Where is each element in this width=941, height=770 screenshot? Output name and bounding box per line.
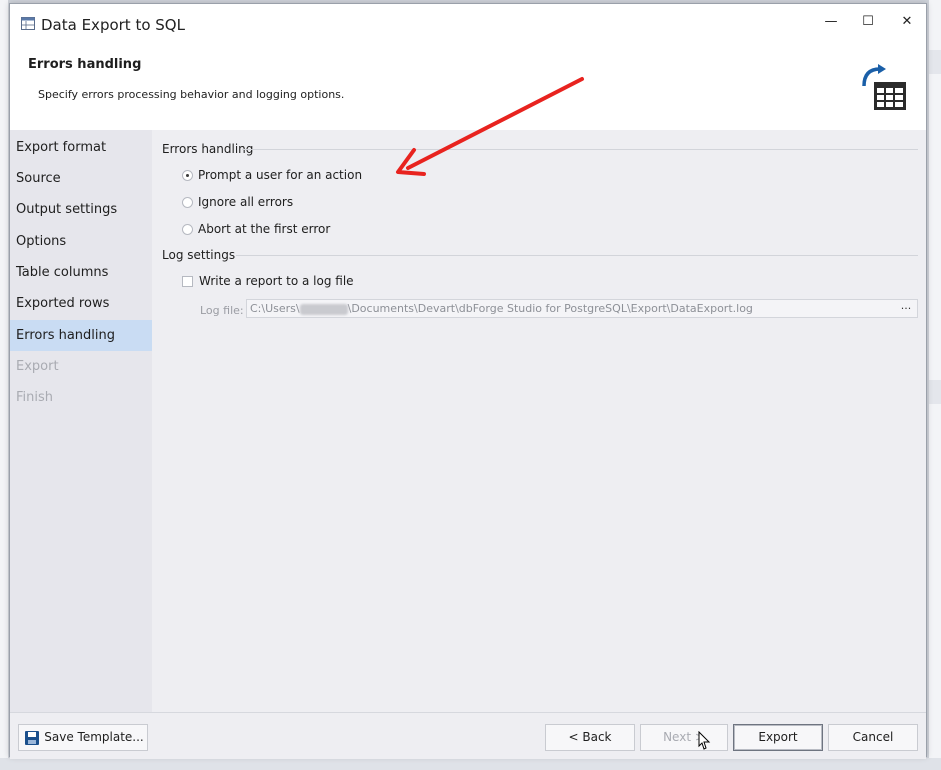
background-app-right (929, 0, 941, 770)
errors-handling-panel: Errors handling Prompt a user for an act… (152, 130, 926, 712)
save-template-button[interactable]: Save Template... (18, 724, 148, 751)
wizard-steps: Export format Source Output settings Opt… (10, 130, 152, 712)
cancel-button[interactable]: Cancel (828, 724, 918, 751)
close-icon[interactable]: ✕ (896, 12, 918, 32)
next-button: Next > (640, 724, 728, 751)
log-settings-section-label: Log settings (162, 248, 236, 262)
wizard-header: Errors handling Specify errors processin… (10, 42, 926, 131)
page-description: Specify errors processing behavior and l… (38, 88, 345, 101)
sidebar-item-export: Export (16, 359, 59, 374)
save-icon (25, 731, 39, 745)
sidebar-item-options[interactable]: Options (10, 226, 152, 257)
sidebar-item-output-settings[interactable]: Output settings (10, 194, 152, 225)
window-title: Data Export to SQL (41, 16, 185, 34)
radio-abort-first-error[interactable]: Abort at the first error (182, 220, 330, 238)
section-divider (242, 149, 918, 150)
sidebar-item-export-format[interactable]: Export format (10, 132, 152, 163)
log-file-path-prefix: C:\Users\ (250, 302, 300, 315)
errors-handling-section-label: Errors handling (162, 142, 254, 156)
background-app-bottom (0, 758, 941, 770)
write-report-checkbox[interactable]: Write a report to a log file (182, 272, 354, 290)
page-title: Errors handling (28, 57, 142, 72)
radio-ignore-errors-label: Ignore all errors (198, 195, 294, 209)
radio-button-checked[interactable] (182, 169, 193, 181)
sidebar-item-source[interactable]: Source (10, 163, 152, 194)
radio-abort-first-error-label: Abort at the first error (198, 222, 331, 236)
write-report-label: Write a report to a log file (199, 274, 354, 288)
export-dialog: Data Export to SQL — ☐ ✕ Errors handling… (9, 3, 927, 759)
radio-prompt-user-label: Prompt a user for an action (198, 168, 363, 182)
log-file-path-field: C:\Users\ \Documents\Devart\dbForge Studi… (246, 299, 918, 318)
sidebar-item-errors-handling[interactable]: Errors handling (10, 320, 152, 351)
log-file-label: Log file: (200, 304, 244, 317)
background-app-left (0, 0, 8, 770)
radio-button[interactable] (182, 223, 193, 235)
radio-prompt-user[interactable]: Prompt a user for an action (182, 166, 362, 184)
sidebar-item-finish: Finish (16, 390, 54, 405)
minimize-icon[interactable]: — (820, 12, 842, 32)
save-template-label: Save Template... (44, 730, 144, 744)
redacted-username (299, 303, 348, 315)
browse-button: ··· (900, 302, 912, 315)
sidebar-item-table-columns[interactable]: Table columns (10, 257, 152, 288)
log-file-path-suffix: \Documents\Devart\dbForge Studio for Pos… (347, 302, 753, 315)
mouse-cursor-icon (698, 731, 711, 750)
sidebar-item-exported-rows[interactable]: Exported rows (10, 288, 152, 319)
radio-ignore-errors[interactable]: Ignore all errors (182, 193, 293, 211)
back-button[interactable]: < Back (545, 724, 635, 751)
wizard-footer: Save Template... < Back Next > Export Ca… (10, 712, 926, 759)
export-button[interactable]: Export (733, 724, 823, 751)
app-icon (21, 17, 35, 30)
title-bar: Data Export to SQL — ☐ ✕ (10, 4, 926, 42)
radio-button[interactable] (182, 196, 193, 208)
section-divider (236, 255, 918, 256)
maximize-icon[interactable]: ☐ (857, 12, 879, 32)
checkbox[interactable] (182, 275, 193, 287)
export-table-icon (862, 64, 906, 110)
